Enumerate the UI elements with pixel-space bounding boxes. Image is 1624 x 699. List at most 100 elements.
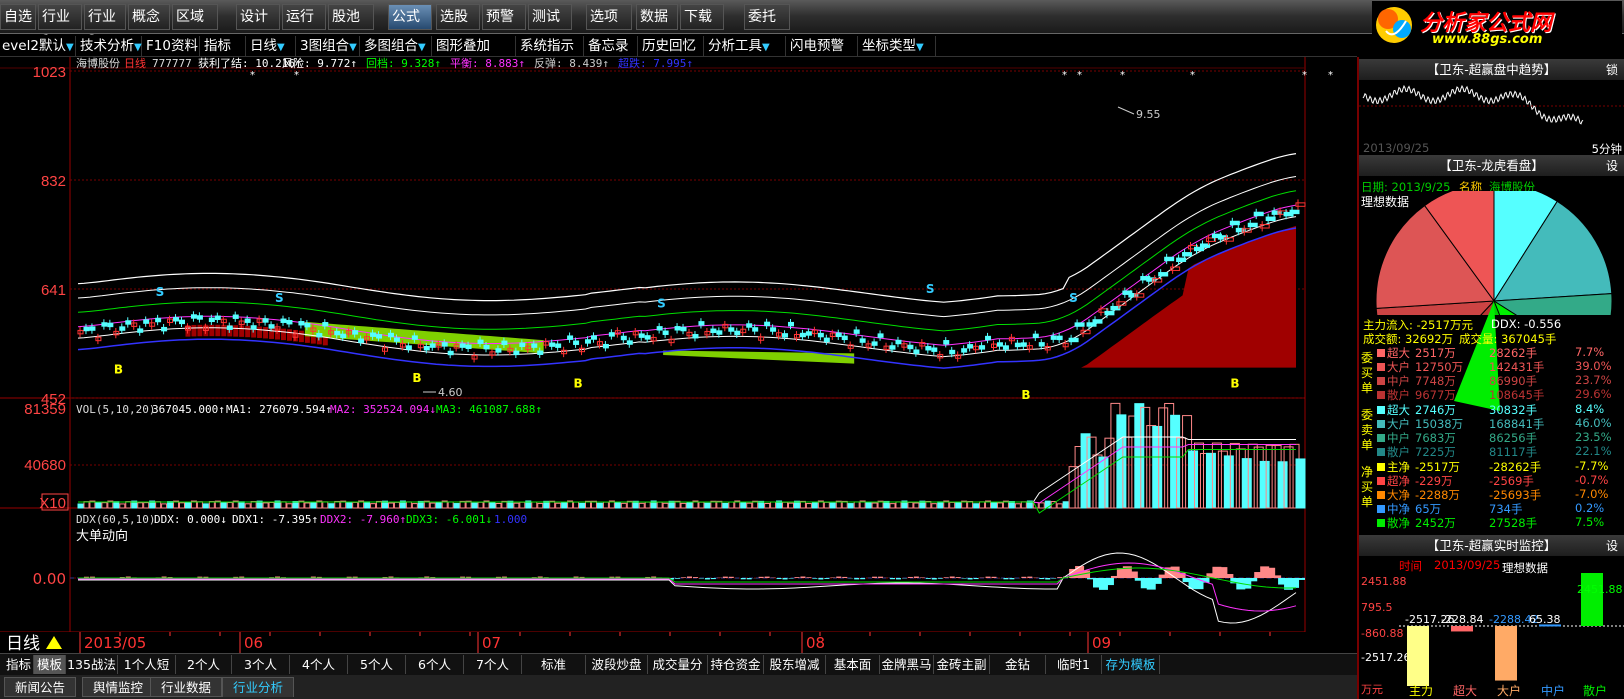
ddx-bar [872,576,878,578]
menu-1[interactable]: 行业1 [38,4,82,49]
template-tab-8[interactable]: 6个人 [406,655,464,674]
ddx-bar [961,578,967,579]
toolbar-item-6[interactable]: 多图组合▼ [362,36,432,56]
toolbar-item-8[interactable]: 系统指示 [518,36,584,56]
net-row-pct: 0.2% [1575,501,1605,515]
ddx-bar [692,577,698,578]
menu-13[interactable]: 数据 [636,4,678,30]
template-tab-7[interactable]: 5个人 [348,655,406,674]
signal-star: * [1077,70,1082,81]
template-tab-15[interactable]: 基本面 [826,655,880,674]
candle-body [477,339,484,345]
menu-0[interactable]: 自选 [0,4,36,30]
template-tab-0[interactable]: 指标 [4,655,34,674]
ddx-bar [818,578,824,580]
toolbar-item-7[interactable]: 图形叠加 [434,36,516,56]
toolbar-item-11[interactable]: 分析工具▼ [706,36,786,56]
candle-body [710,328,717,333]
bar-value: -228.84 [1441,613,1483,626]
candle-body [1014,342,1021,348]
template-tab-17[interactable]: 金砖主副 [934,655,990,674]
ddx-bar [788,578,794,579]
candle-body [752,327,759,332]
menu-10[interactable]: 预警 [482,4,526,30]
toolbar-item-9[interactable]: 备忘录 [586,36,638,56]
buy-signal: B [1230,377,1239,391]
toolbar-item-4[interactable]: 日线▼ [248,36,296,56]
ddx-bar [1051,578,1057,579]
toolbar-item-0[interactable]: evel2默认▼ [0,36,76,56]
template-tab-4[interactable]: 2个人 [176,655,232,674]
info-tab-0[interactable]: 新闻公告 [4,677,77,697]
trend-step [209,324,215,337]
candle-body [1038,342,1045,347]
template-tab-6[interactable]: 4个人 [290,655,348,674]
info-tab-2[interactable]: 行业数据 [150,677,223,697]
candle-body [352,330,359,335]
lock-button[interactable]: 锁 [1602,61,1622,78]
menu-5[interactable]: 设计 [236,4,280,30]
candle-body [393,337,400,342]
template-tab-12[interactable]: 成交量分析 [648,655,708,691]
toolbar-item-2[interactable]: F10资料 [144,36,200,56]
ddx-legend-4: 1.000 [494,513,527,526]
template-tab-19[interactable]: 临时1 [1046,655,1102,674]
menu-2[interactable]: 行业2 [84,4,126,49]
template-tab-10[interactable]: 标准 [522,655,586,674]
info-tab-3[interactable]: 行业分析 [222,677,295,697]
toolbar-item-3[interactable]: 指标 [202,36,246,56]
toolbar-item-5[interactable]: 3图组合▼ [298,36,360,56]
template-tab-18[interactable]: 金钻 [990,655,1046,674]
toolbar-item-1[interactable]: 技术分析▼ [78,36,142,56]
volume-bar [955,502,962,509]
menu-14[interactable]: 下载 [680,4,724,30]
net-row-name: 散净 [1387,516,1410,530]
template-tab-20[interactable]: 存为模板 [1102,655,1160,674]
template-tab-1[interactable]: 模板 [34,655,66,674]
menu-11[interactable]: 测试 [528,4,572,30]
candle-body [949,349,956,355]
net-row-amount: 2452万 [1415,516,1456,530]
row-color-swatch [1377,434,1385,442]
menu-8[interactable]: 公式 [388,4,432,30]
template-tab-2[interactable]: 135战法 [66,655,118,674]
candle-body [889,345,896,350]
ddx-bar [1045,578,1051,580]
toolbar-item-13[interactable]: 坐标类型▼ [860,36,936,56]
price-tick: 1023 [33,64,66,81]
toolbar-item-10[interactable]: 历史回忆 [640,36,704,56]
template-tab-16[interactable]: 金牌黑马 [880,655,934,674]
template-tab-13[interactable]: 持仓资金 [708,655,764,674]
menu-7[interactable]: 股池 [328,4,374,30]
candle-body [1164,256,1175,262]
volume-bar [489,501,496,509]
candle-body [268,324,275,329]
menu-4[interactable]: 区域 [172,4,218,30]
template-tab-14[interactable]: 股东增减 [764,655,826,674]
template-tab-9[interactable]: 7个人 [464,655,522,674]
candle-body [155,317,162,323]
candle-body [788,321,794,327]
template-tab-3[interactable]: 1个人短线 [118,655,176,691]
signal-star: * [1328,70,1333,81]
menu-12[interactable]: 选项 [586,4,632,30]
candle-body [465,344,472,350]
menu-3[interactable]: 概念 [128,4,170,30]
row-color-swatch [1377,477,1385,485]
candle-body [286,320,293,325]
row-color-swatch [1377,363,1385,371]
menu-6[interactable]: 运行 [282,4,326,30]
menu-9[interactable]: 选股 [436,4,480,30]
monitor-settings-button[interactable]: 设 [1602,537,1622,554]
stock-chart[interactable]: 10238326414528135940680X100.00海博股份 日线 7777… [0,57,1357,653]
template-tab-11[interactable]: 波段炒盘 [586,655,648,674]
volume-bar [202,503,209,509]
candle-body [680,326,687,332]
toolbar-item-12[interactable]: 闪电预警 [788,36,858,56]
volume-bar [435,501,442,509]
info-tab-1[interactable]: 舆情监控 [82,677,155,697]
template-tab-5[interactable]: 3个人 [232,655,290,674]
settings-button[interactable]: 设 [1602,157,1622,174]
candle-body [519,342,526,348]
menu-15[interactable]: 委托 [744,4,790,30]
